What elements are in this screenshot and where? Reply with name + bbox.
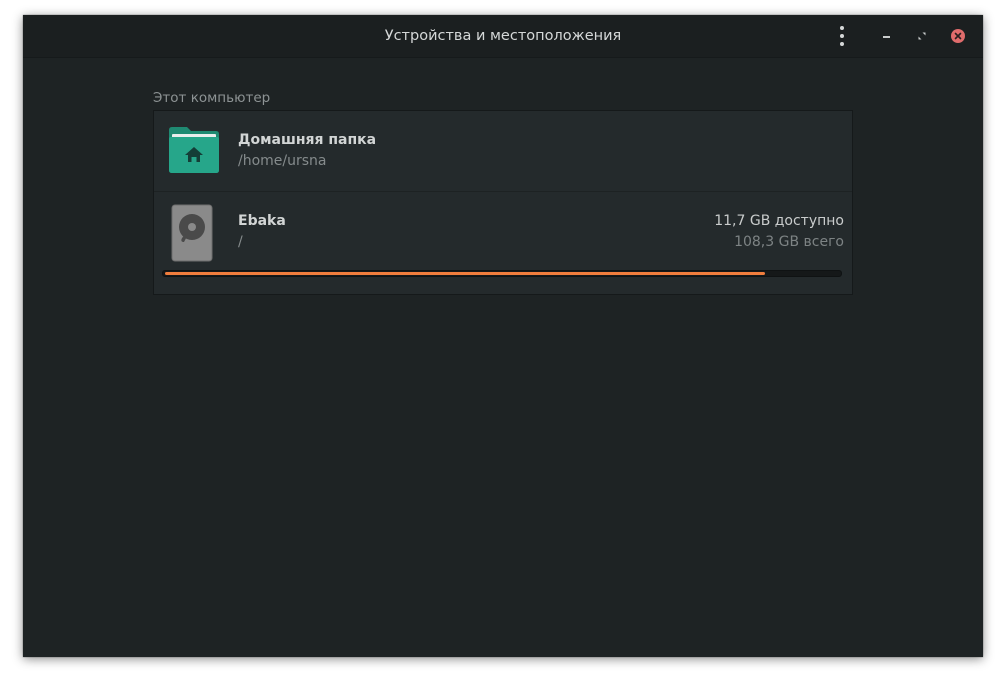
place-path: / (238, 234, 243, 250)
menu-button[interactable] (828, 22, 856, 50)
maximize-icon (918, 32, 926, 40)
place-name: Домашняя папка (238, 132, 377, 148)
disk-total-space: 108,3 GB всего (734, 234, 844, 250)
maximize-button[interactable] (908, 22, 936, 50)
place-row-home[interactable]: Домашняя папка /home/ursna (154, 111, 852, 192)
title-bar[interactable]: Устройства и местоположения (23, 15, 983, 58)
close-button[interactable] (944, 22, 972, 50)
place-row-disk[interactable]: Ebaka / 11,7 GB доступно 108,3 GB всего (154, 192, 852, 294)
hard-drive-icon (168, 204, 216, 266)
kebab-menu-icon (840, 24, 844, 48)
disk-free-space: 11,7 GB доступно (714, 213, 844, 229)
place-name: Ebaka (238, 213, 286, 229)
disk-usage-bar (162, 270, 842, 277)
disk-usage-fill (165, 272, 765, 275)
place-path: /home/ursna (238, 153, 327, 169)
app-window: Устройства и местоположения Этот компьют… (23, 15, 983, 657)
minimize-icon (882, 36, 890, 38)
home-folder-icon (168, 127, 220, 177)
section-heading-this-computer: Этот компьютер (153, 90, 271, 106)
minimize-button[interactable] (872, 22, 900, 50)
close-icon (951, 29, 965, 43)
places-list: Домашняя папка /home/ursna Ebaka / 11,7 … (153, 110, 853, 295)
